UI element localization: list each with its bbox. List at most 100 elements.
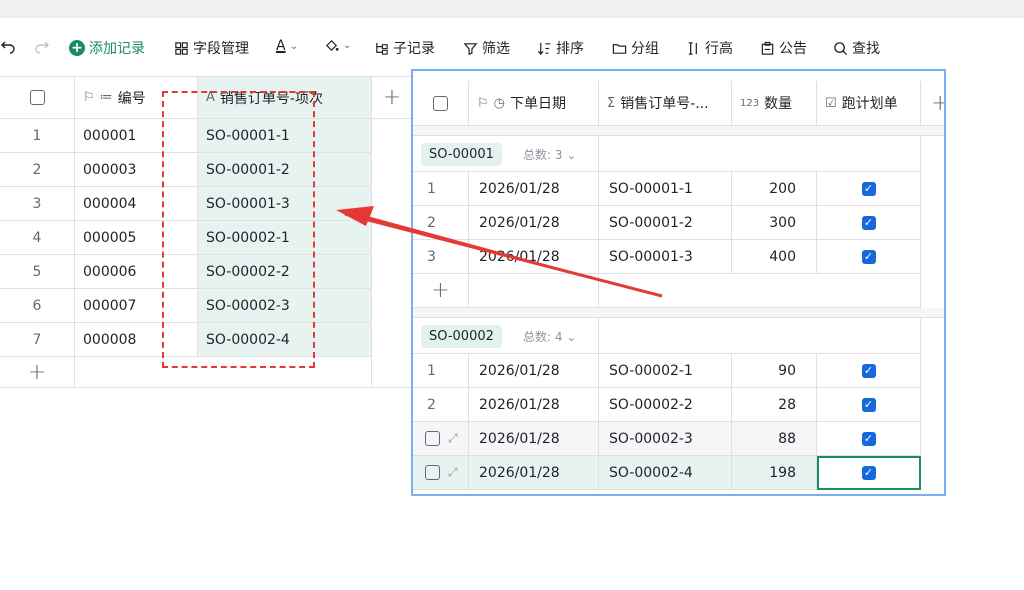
table-cell-so-number[interactable]: SO-00002-3: [599, 422, 732, 456]
expand-icon[interactable]: ⤢: [448, 431, 458, 446]
column-header-order-date[interactable]: ⚐ ◷ 下单日期: [469, 81, 599, 126]
filter-button[interactable]: 筛选: [463, 38, 510, 58]
group-button[interactable]: 分组: [612, 38, 659, 58]
group-separator: [413, 126, 944, 136]
table-cell-so-number[interactable]: SO-00002-1: [599, 354, 732, 388]
row-number: 5: [0, 255, 75, 289]
add-row-area[interactable]: [469, 274, 599, 308]
add-row-button[interactable]: +: [413, 274, 469, 308]
checkmark-icon[interactable]: ✓: [861, 431, 876, 446]
select-all-checkbox[interactable]: [0, 77, 75, 119]
row-number: 1: [0, 119, 75, 153]
table-cell-so-number[interactable]: SO-00001-1: [599, 172, 732, 206]
checkmark-icon[interactable]: ✓: [861, 249, 876, 264]
table-cell-date[interactable]: 2026/01/28: [469, 422, 599, 456]
row-number: 4: [0, 221, 75, 255]
number-type-icon: 123: [740, 97, 760, 109]
hierarchy-icon: [376, 42, 388, 55]
empty-cell: [372, 221, 411, 255]
table-cell-date[interactable]: 2026/01/28: [469, 354, 599, 388]
empty-cell: [372, 119, 411, 153]
undo-icon[interactable]: [0, 38, 16, 58]
add-column-button[interactable]: +: [921, 81, 944, 126]
chevron-down-icon: ⌄: [289, 40, 298, 52]
row-number: 1: [413, 172, 469, 206]
table-cell-run-plan[interactable]: ✓: [817, 206, 921, 240]
column-header-so-number[interactable]: Σ 销售订单号-...: [599, 81, 732, 126]
folder-icon: [612, 43, 627, 54]
table-cell-run-plan[interactable]: ✓: [817, 172, 921, 206]
table-cell-quantity[interactable]: 300: [732, 206, 817, 240]
field-manage-button[interactable]: 字段管理: [174, 38, 249, 58]
table-cell-date[interactable]: 2026/01/28: [469, 206, 599, 240]
row-number: 3: [0, 187, 75, 221]
table-cell-run-plan[interactable]: ✓: [817, 240, 921, 274]
add-record-button[interactable]: + 添加记录: [69, 38, 145, 58]
column-header-run-plan[interactable]: ☑ 跑计划单: [817, 81, 921, 126]
row-checkbox[interactable]: [425, 431, 440, 446]
table-cell-date[interactable]: 2026/01/28: [469, 172, 599, 206]
plus-icon: +: [382, 85, 402, 110]
select-all-checkbox[interactable]: [413, 81, 469, 126]
group-count[interactable]: 总数: 4 ⌄: [523, 328, 576, 345]
empty-cell: [372, 323, 411, 357]
row-select[interactable]: ⤢: [413, 456, 469, 490]
row-number: 6: [0, 289, 75, 323]
plus-icon: +: [69, 40, 85, 56]
table-cell-so-number[interactable]: SO-00002-4: [599, 456, 732, 490]
checkmark-icon[interactable]: ✓: [861, 181, 876, 196]
table-cell-run-plan[interactable]: ✓: [817, 354, 921, 388]
sigma-icon: Σ: [607, 95, 616, 111]
toolbar: + 添加记录 字段管理 A ⌄ ⌄ 子记录 筛选 排序 分组 行高 公告 查找: [0, 30, 1024, 64]
row-checkbox[interactable]: [425, 465, 440, 480]
checkmark-icon[interactable]: ✓: [861, 465, 876, 480]
row-height-button[interactable]: 行高: [686, 38, 733, 58]
chevron-down-icon: ⌄: [343, 40, 352, 51]
table-cell-quantity[interactable]: 28: [732, 388, 817, 422]
expand-icon[interactable]: ⤢: [448, 465, 458, 480]
add-row-area[interactable]: [599, 274, 921, 308]
date-icon: ◷: [493, 95, 505, 111]
table-cell-so-number[interactable]: SO-00002-2: [599, 388, 732, 422]
table-cell-so-number[interactable]: SO-00001-2: [599, 206, 732, 240]
plus-icon: +: [931, 91, 944, 116]
group-header-fill: [599, 136, 921, 172]
column-header-quantity[interactable]: 123 数量: [732, 81, 817, 126]
numbered-list-icon: ≔: [99, 90, 113, 105]
search-button[interactable]: 查找: [833, 38, 880, 58]
sort-icon: [537, 42, 551, 55]
chevron-down-icon: ⌄: [566, 330, 577, 344]
text-color-button[interactable]: A ⌄: [276, 38, 298, 54]
table-cell-quantity[interactable]: 400: [732, 240, 817, 274]
fill-color-button[interactable]: ⌄: [324, 38, 351, 53]
add-row-button[interactable]: +: [0, 356, 75, 387]
table-cell-date[interactable]: 2026/01/28: [469, 388, 599, 422]
row-number: 7: [0, 323, 75, 357]
notice-button[interactable]: 公告: [760, 38, 807, 58]
table-cell-run-plan[interactable]: ✓: [817, 422, 921, 456]
table-cell-quantity[interactable]: 198: [732, 456, 817, 490]
search-icon: [834, 41, 848, 55]
table-cell-run-plan[interactable]: ✓: [817, 388, 921, 422]
add-column-button[interactable]: +: [372, 77, 411, 119]
row-number: 2: [0, 153, 75, 187]
checkbox-type-icon: ☑: [825, 95, 837, 111]
table-cell-quantity[interactable]: 90: [732, 354, 817, 388]
redo-icon[interactable]: [34, 38, 50, 58]
checkmark-icon[interactable]: ✓: [861, 215, 876, 230]
sub-record-button[interactable]: 子记录: [374, 38, 435, 58]
filter-icon: [463, 42, 478, 55]
table-cell-date[interactable]: 2026/01/28: [469, 240, 599, 274]
row-number: 2: [413, 388, 469, 422]
table-cell-quantity[interactable]: 200: [732, 172, 817, 206]
table-cell-date[interactable]: 2026/01/28: [469, 456, 599, 490]
row-select[interactable]: ⤢: [413, 422, 469, 456]
table-cell-quantity[interactable]: 88: [732, 422, 817, 456]
sort-button[interactable]: 排序: [537, 38, 584, 58]
table-cell-run-plan[interactable]: ✓: [817, 456, 921, 490]
empty-cell: [372, 255, 411, 289]
group-count[interactable]: 总数: 3 ⌄: [523, 146, 576, 163]
checkmark-icon[interactable]: ✓: [861, 397, 876, 412]
checkmark-icon[interactable]: ✓: [861, 363, 876, 378]
table-cell-so-number[interactable]: SO-00001-3: [599, 240, 732, 274]
